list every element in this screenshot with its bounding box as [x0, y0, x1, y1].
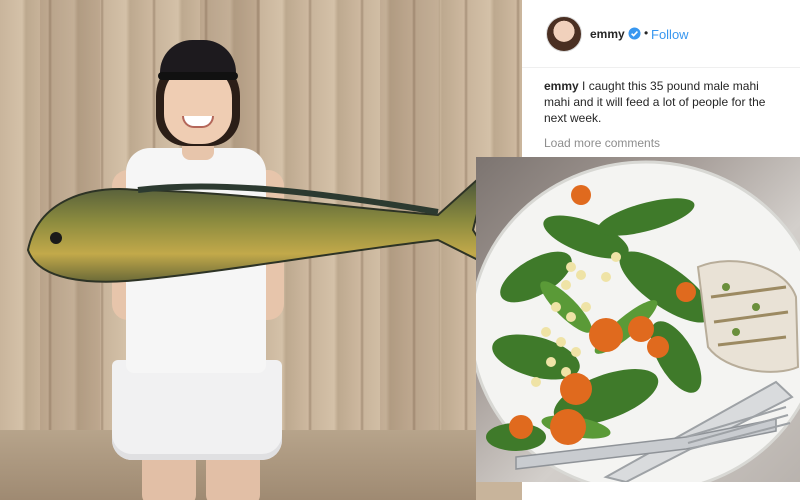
verified-badge-icon [628, 27, 641, 40]
username-link[interactable]: emmy [590, 27, 625, 41]
mahi-mahi-fish [26, 167, 501, 283]
post-photo-fish [0, 0, 522, 500]
load-more-comments-button[interactable]: Load more comments [544, 136, 660, 150]
separator-dot: • [644, 26, 649, 40]
salad-plate [476, 160, 800, 482]
food-photo [476, 157, 800, 482]
post-header: emmy • Follow [522, 0, 800, 68]
denim-shorts [112, 360, 282, 460]
caption-username-link[interactable]: emmy [544, 79, 579, 93]
post-caption: emmy I caught this 35 pound male mahi ma… [544, 78, 784, 126]
avatar[interactable] [546, 16, 582, 52]
baseball-cap [160, 40, 236, 76]
follow-button[interactable]: Follow [651, 27, 689, 42]
